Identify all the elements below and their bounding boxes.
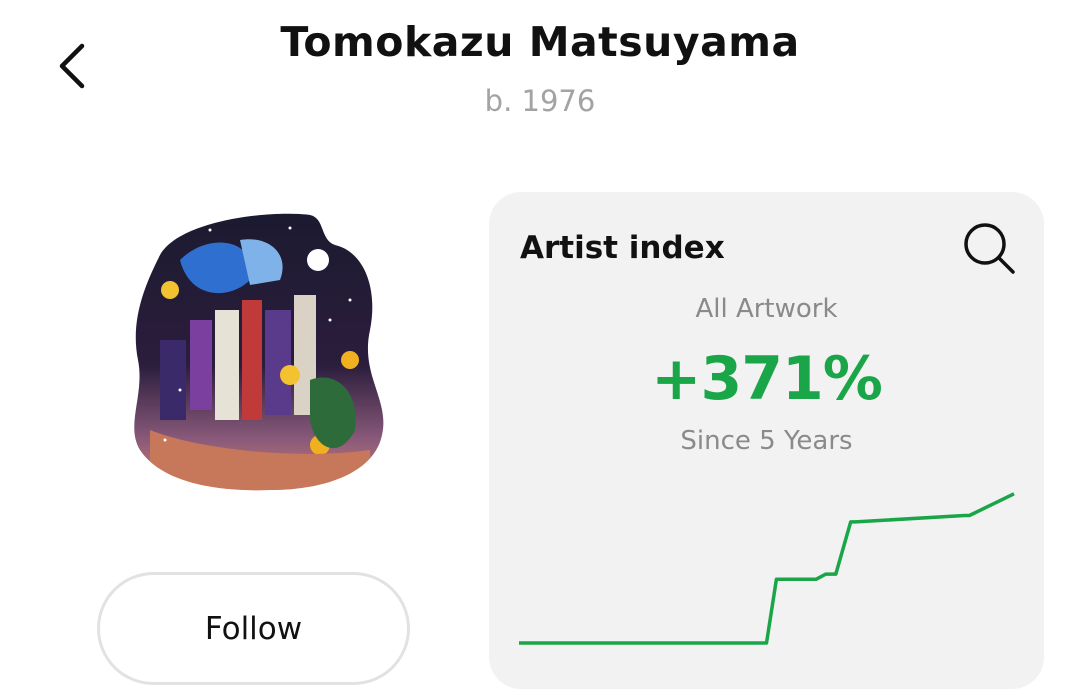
artist-index-chart	[519, 492, 1015, 645]
artwork-filter-label: All Artwork	[695, 294, 838, 324]
artist-index-card: Artist index All Artwork +371% Since 5 Y…	[489, 192, 1044, 689]
artist-index-title: Artist index	[520, 230, 725, 266]
index-series-line-0	[519, 492, 1015, 645]
artist-birth-year: b. 1976	[484, 84, 596, 118]
index-period-label: Since 5 Years	[680, 426, 853, 456]
magnifier-icon	[964, 223, 1015, 274]
follow-button-label: Follow	[204, 610, 303, 647]
artwork-image	[134, 213, 384, 491]
follow-button[interactable]: Follow	[97, 572, 410, 685]
search-button[interactable]	[961, 220, 1017, 276]
index-change-value: +371%	[651, 344, 883, 414]
artist-name: Tomokazu Matsuyama	[280, 18, 800, 66]
artwork-thumbnail[interactable]	[120, 200, 390, 500]
